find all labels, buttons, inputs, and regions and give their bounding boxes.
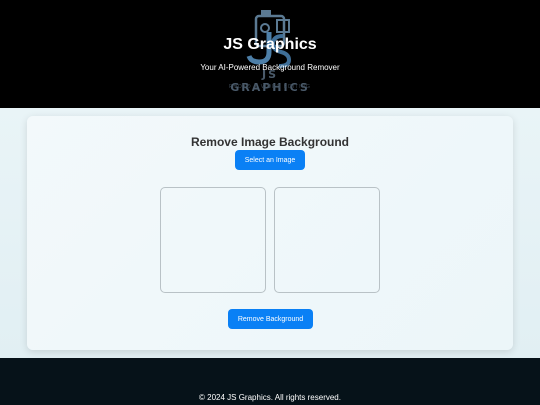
- remove-background-button[interactable]: Remove Background: [228, 309, 313, 329]
- result-image-preview: [274, 187, 380, 293]
- site-title: JS Graphics: [223, 36, 317, 53]
- site-header: JS GRAPHICS PHOTO & VIDEO EDITING JS Gra…: [0, 0, 540, 108]
- original-image-preview: [160, 187, 266, 293]
- copyright-text: © 2024 JS Graphics. All rights reserved.: [199, 393, 341, 402]
- logo-subtext: PHOTO & VIDEO EDITING: [228, 84, 312, 90]
- site-tagline: Your AI-Powered Background Remover: [200, 63, 340, 72]
- select-image-button[interactable]: Select an Image: [235, 150, 305, 170]
- page-title: Remove Image Background: [190, 135, 350, 149]
